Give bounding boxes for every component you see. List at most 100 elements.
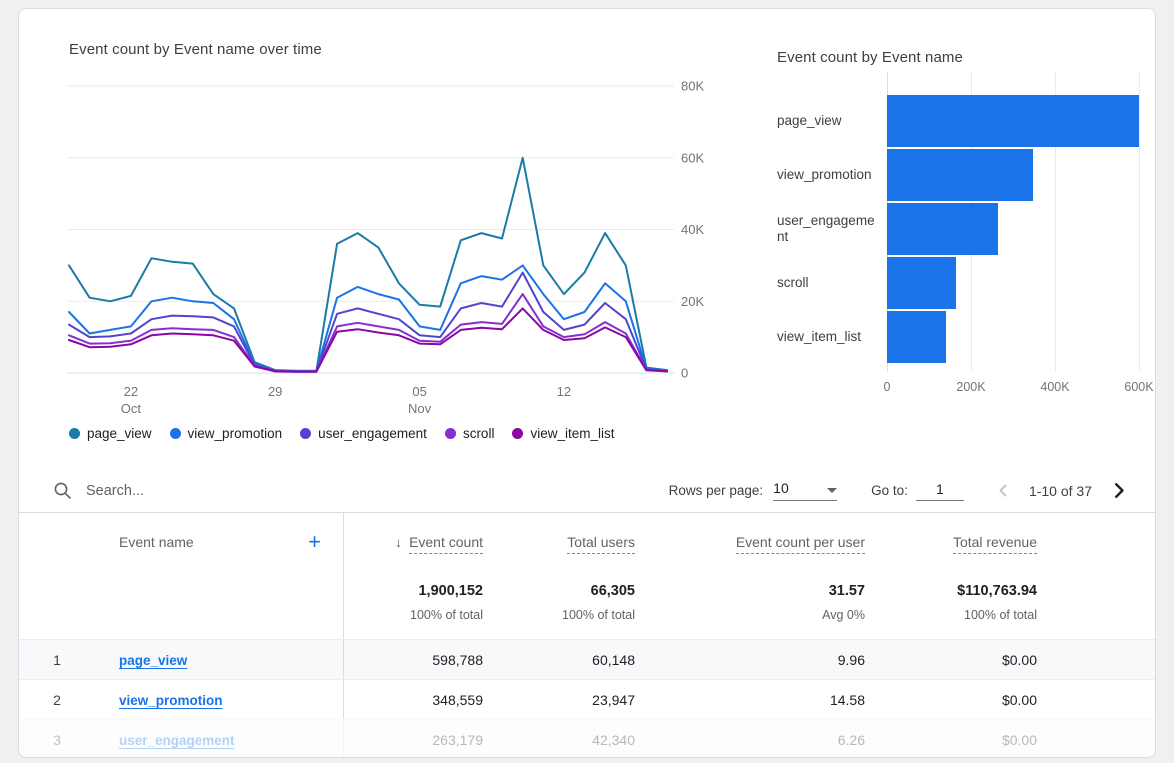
svg-text:60K: 60K — [681, 150, 704, 165]
legend-label: view_promotion — [188, 426, 283, 441]
totals-total-revenue: $110,763.94 100% of total — [867, 583, 1039, 622]
bar-row-page_view: page_view — [777, 94, 1139, 148]
rows-per-page-label: Rows per page: — [669, 483, 764, 498]
bar — [887, 311, 946, 363]
event-name-link[interactable]: view_promotion — [119, 693, 223, 708]
goto-page-input[interactable] — [916, 481, 964, 501]
bar-chart: page_view view_promotion user_engagementsc… — [777, 94, 1139, 364]
legend-item-scroll[interactable]: scroll — [445, 426, 495, 441]
bar-axis-tick: 600K — [1124, 380, 1153, 394]
bar-chart-title: Event count by Event name — [777, 49, 1139, 66]
table-row: 3user_engagement263,17942,3406.26$0.00 — [19, 719, 1155, 758]
next-page-button[interactable] — [1108, 480, 1129, 501]
legend-item-page_view[interactable]: page_view — [69, 426, 152, 441]
search-input[interactable] — [86, 483, 406, 499]
legend-dot — [445, 428, 456, 439]
bar-row-view_item_list: view_item_list — [777, 310, 1139, 364]
table-row: 2 view_promotion 348,55923,94714.58$0.00 — [19, 679, 1155, 719]
metric-value: 23,947 — [485, 692, 637, 708]
svg-text:Oct: Oct — [121, 401, 142, 416]
legend-item-user_engagement[interactable]: user_engagement — [300, 426, 427, 441]
event-name-cell: page_view — [95, 652, 343, 668]
bar-track — [887, 149, 1139, 201]
metric-header-label[interactable]: Total users — [567, 534, 635, 554]
metric-header-label[interactable]: Total revenue — [953, 534, 1037, 554]
metric-header-total-users: Total users — [485, 534, 637, 550]
metric-header-event-count: ↓Event count — [343, 534, 485, 550]
metric-value: 263,179 — [343, 732, 485, 748]
legend-label: user_engagement — [318, 426, 427, 441]
bar — [887, 203, 998, 255]
pagination-range: 1-10 of 37 — [1029, 483, 1092, 499]
metric-value: 42,340 — [485, 732, 637, 748]
chevron-right-icon — [1110, 482, 1127, 499]
sort-descending-icon: ↓ — [395, 534, 402, 550]
bar — [887, 257, 956, 309]
legend-label: page_view — [87, 426, 152, 441]
dimension-header-label[interactable]: Event name — [119, 534, 194, 550]
dimension-header: Event name + — [95, 534, 343, 550]
legend-dot — [512, 428, 523, 439]
total-subtext: 100% of total — [867, 608, 1037, 622]
add-column-button[interactable]: + — [308, 531, 321, 553]
event-name-link[interactable]: page_view — [119, 653, 187, 668]
svg-text:22: 22 — [124, 384, 138, 399]
bar-label: view_item_list — [777, 329, 887, 345]
metric-value: 60,148 — [485, 652, 637, 668]
svg-text:Nov: Nov — [408, 401, 432, 416]
bar — [887, 95, 1139, 147]
metric-value: $0.00 — [867, 652, 1039, 668]
row-index: 2 — [19, 692, 95, 708]
svg-text:80K: 80K — [681, 79, 704, 94]
total-value: 66,305 — [485, 583, 635, 599]
bar-row-view_promotion: view_promotion — [777, 148, 1139, 202]
chevron-left-icon — [996, 483, 1011, 498]
line-chart: 020K40K60K80K22Oct2905Nov12 — [67, 72, 707, 420]
legend-dot — [69, 428, 80, 439]
bar-label: scroll — [777, 275, 887, 291]
metric-value: 14.58 — [637, 692, 867, 708]
bar-chart-panel: Event count by Event name page_view view_… — [777, 33, 1139, 469]
legend-item-view_promotion[interactable]: view_promotion — [170, 426, 283, 441]
bar-label: view_promotion — [777, 167, 887, 183]
legend-dot — [170, 428, 181, 439]
previous-page-button[interactable] — [994, 481, 1013, 500]
bar-label: user_engagement — [777, 213, 887, 245]
svg-text:40K: 40K — [681, 222, 704, 237]
event-name-link[interactable]: user_engagement — [119, 733, 235, 748]
svg-text:05: 05 — [412, 384, 426, 399]
total-subtext: Avg 0% — [637, 608, 865, 622]
legend-label: view_item_list — [530, 426, 614, 441]
bar-track — [887, 311, 1139, 363]
legend-item-view_item_list[interactable]: view_item_list — [512, 426, 614, 441]
metric-header-label[interactable]: Event count — [409, 534, 483, 554]
metric-header-label[interactable]: Event count per user — [736, 534, 865, 554]
svg-text:20K: 20K — [681, 294, 704, 309]
total-value: 31.57 — [637, 583, 865, 599]
metric-value: 598,788 — [343, 652, 485, 668]
rows-per-page-select[interactable]: 10 — [773, 480, 837, 501]
toolbar-right: Rows per page: 10 Go to: 1-10 of 37 — [669, 480, 1129, 501]
search-icon — [53, 481, 72, 500]
charts-row: Event count by Event name over time 0 20K… — [19, 9, 1155, 469]
metric-value: 6.26 — [637, 732, 867, 748]
bar-track — [887, 257, 1139, 309]
total-subtext: 100% of total — [343, 608, 483, 622]
bar-label: page_view — [777, 113, 887, 129]
legend-dot — [300, 428, 311, 439]
svg-text:29: 29 — [268, 384, 282, 399]
total-value: 1,900,152 — [343, 583, 483, 599]
metric-header-total-revenue: Total revenue — [867, 534, 1039, 550]
metric-value: $0.00 — [867, 732, 1039, 748]
bar-axis-tick: 0 — [884, 380, 891, 394]
svg-text:0: 0 — [681, 366, 688, 381]
metric-value: 348,559 — [343, 692, 485, 708]
metric-value: $0.00 — [867, 692, 1039, 708]
table-header-row: Event name + ↓Event count Total users Ev… — [19, 513, 1155, 571]
line-chart-title: Event count by Event name over time — [69, 41, 711, 58]
bar-axis-tick: 400K — [1040, 380, 1069, 394]
bar-track — [887, 95, 1139, 147]
pagination: 1-10 of 37 — [994, 480, 1129, 501]
bar — [887, 149, 1033, 201]
totals-event-count-per-user: 31.57 Avg 0% — [637, 583, 867, 622]
